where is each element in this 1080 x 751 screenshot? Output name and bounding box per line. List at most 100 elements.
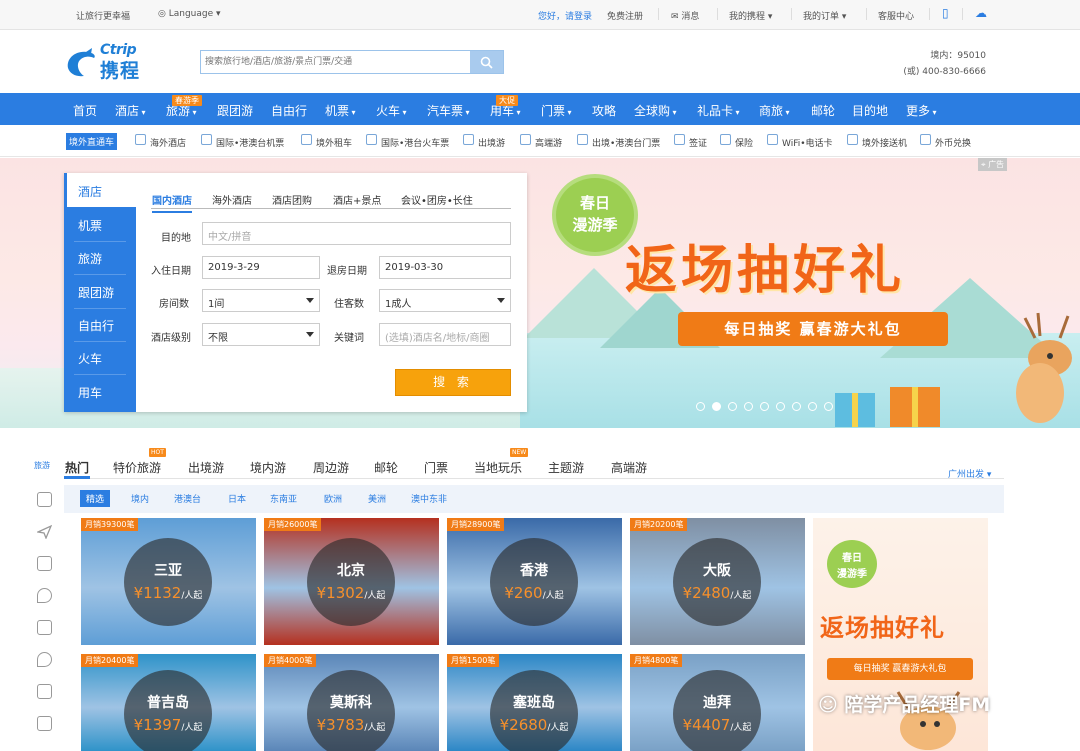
main-nav-item[interactable]: 更多 ▾ — [906, 102, 937, 119]
sub-nav-item[interactable]: 出境游 — [478, 136, 505, 149]
sub-nav-item[interactable]: 高端游 — [535, 136, 562, 149]
sub-nav-item[interactable]: 境外租车 — [316, 136, 352, 149]
carousel-dot[interactable] — [760, 402, 769, 411]
travel-tab[interactable]: 热门 — [65, 459, 89, 476]
sub-nav-item[interactable]: 海外酒店 — [150, 136, 186, 149]
side-tab-free-travel[interactable]: 自由行 — [78, 317, 114, 334]
sub-nav-item[interactable]: WiFi•电话卡 — [782, 136, 833, 149]
service-link[interactable]: 客服中心 — [878, 9, 914, 22]
star-level-select[interactable]: 不限 — [202, 323, 320, 346]
carousel-dot[interactable] — [696, 402, 705, 411]
side-tab-tour[interactable]: 旅游 — [78, 250, 102, 267]
travel-tab[interactable]: 门票 — [424, 459, 448, 476]
guests-select[interactable]: 1成人 — [379, 289, 511, 312]
map-pin-icon[interactable] — [37, 652, 52, 667]
departure-city-selector[interactable]: 广州出发 ▾ — [948, 467, 991, 480]
region-filter[interactable]: 东南亚 — [270, 492, 297, 505]
sub-nav-item[interactable]: 出境•港澳台门票 — [592, 136, 660, 149]
plane-icon[interactable] — [35, 524, 53, 540]
region-filter[interactable]: 澳中东非 — [411, 492, 447, 505]
main-nav-item[interactable]: 全球购 ▾ — [634, 102, 677, 119]
messages-link[interactable]: ✉ 消息 — [671, 9, 699, 22]
tab-domestic-hotel[interactable]: 国内酒店 — [152, 192, 192, 213]
carousel-dot[interactable] — [808, 402, 817, 411]
carousel-dot[interactable] — [824, 402, 833, 411]
search-input[interactable] — [201, 51, 471, 73]
search-hotel-button[interactable]: 搜 索 — [395, 369, 511, 396]
region-filter[interactable]: 美洲 — [368, 492, 386, 505]
destination-card[interactable]: 月销20200笔 大阪 ¥2480/人起 — [630, 518, 805, 645]
region-filter[interactable]: 港澳台 — [174, 492, 201, 505]
destination-card[interactable]: 月销4800笔 迪拜 ¥4407/人起 — [630, 654, 805, 751]
sub-nav-item[interactable]: 外币兑换 — [935, 136, 971, 149]
carousel-dot[interactable] — [728, 402, 737, 411]
carousel-dot[interactable] — [792, 402, 801, 411]
main-nav-item[interactable]: 商旅 ▾ — [759, 102, 790, 119]
main-nav-item[interactable]: 门票 ▾ — [541, 102, 572, 119]
tab-hotel-group-buy[interactable]: 酒店团购 — [272, 192, 312, 207]
wechat-icon[interactable]: ☁ — [975, 6, 987, 20]
destination-input[interactable]: 中文/拼音 — [202, 222, 511, 245]
main-nav-item[interactable]: 旅游 ▾ 春游季 — [166, 95, 202, 119]
carousel-dot[interactable] — [744, 402, 753, 411]
side-tab-flight[interactable]: 机票 — [78, 217, 102, 234]
tab-hotel-attraction[interactable]: 酒店+景点 — [333, 192, 381, 207]
main-nav-item[interactable]: 用车 ▾ 大促 — [490, 95, 521, 119]
carousel-dot[interactable] — [776, 402, 785, 411]
region-filter[interactable]: 精选 — [80, 490, 111, 507]
travel-tab[interactable]: 境内游 — [250, 459, 286, 476]
rooms-select[interactable]: 1间 — [202, 289, 320, 312]
location-pin-icon[interactable] — [37, 588, 52, 603]
side-tab-car[interactable]: 用车 — [78, 384, 102, 401]
car-icon[interactable] — [37, 556, 52, 571]
travel-tab[interactable]: 高端游 — [611, 459, 647, 476]
main-nav-item[interactable]: 火车 ▾ — [376, 102, 407, 119]
tab-overseas-hotel[interactable]: 海外酒店 — [212, 192, 252, 207]
main-nav-item[interactable]: 自由行 — [271, 102, 307, 119]
sub-nav-item[interactable]: 境外接送机 — [862, 136, 907, 149]
main-nav-item[interactable]: 首页 — [73, 102, 97, 119]
building-icon[interactable] — [37, 492, 52, 507]
side-tab-hotel[interactable]: 酒店 — [64, 173, 136, 207]
travel-tab[interactable]: 特价旅游 — [113, 459, 161, 476]
destination-card[interactable]: 月销26000笔 北京 ¥1302/人起 — [264, 518, 439, 645]
sub-nav-item[interactable]: 签证 — [689, 136, 707, 149]
mobile-icon[interactable]: ▯ — [942, 6, 949, 20]
travel-tab[interactable]: 当地玩乐 — [474, 459, 522, 476]
region-filter[interactable]: 日本 — [228, 492, 246, 505]
destination-card[interactable]: 月销39300笔 三亚 ¥1132/人起 — [81, 518, 256, 645]
carousel-dot[interactable] — [712, 402, 721, 411]
travel-tab[interactable]: 出境游 — [188, 459, 224, 476]
bag-icon[interactable] — [37, 620, 52, 635]
travel-tab[interactable]: 邮轮 — [374, 459, 398, 476]
destination-card[interactable]: 月销20400笔 普吉岛 ¥1397/人起 — [81, 654, 256, 751]
my-trips-menu[interactable]: 我的携程 ▾ — [729, 9, 772, 22]
ctrip-logo[interactable]: Ctrip 携程 — [64, 42, 160, 82]
my-orders-menu[interactable]: 我的订单 ▾ — [803, 9, 846, 22]
language-selector[interactable]: ◎ Language ▾ — [158, 9, 221, 19]
sub-nav-item[interactable]: 国际•港台火车票 — [381, 136, 449, 149]
sub-nav-item[interactable]: 国际•港澳台机票 — [216, 136, 284, 149]
destination-card[interactable]: 月销1500笔 塞班岛 ¥2680/人起 — [447, 654, 622, 751]
checkin-date-input[interactable]: 2019-3-29 — [202, 256, 320, 279]
login-link[interactable]: 您好，请登录 — [538, 9, 592, 22]
main-nav-item[interactable]: 机票 ▾ — [325, 102, 356, 119]
checkout-date-input[interactable]: 2019-03-30 — [379, 256, 511, 279]
main-nav-item[interactable]: 汽车票 ▾ — [427, 102, 470, 119]
main-nav-item[interactable]: 邮轮 — [811, 102, 835, 119]
search-button[interactable] — [470, 51, 503, 73]
tab-meeting-long-stay[interactable]: 会议•团房•长住 — [401, 192, 473, 207]
travel-tab[interactable]: 主题游 — [548, 459, 584, 476]
sub-nav-item[interactable]: 保险 — [735, 136, 753, 149]
main-nav-item[interactable]: 礼品卡 ▾ — [697, 102, 740, 119]
register-link[interactable]: 免费注册 — [607, 9, 643, 22]
briefcase-icon[interactable] — [37, 716, 52, 731]
side-tab-train[interactable]: 火车 — [78, 350, 102, 367]
destination-card[interactable]: 月销4000笔 莫斯科 ¥3783/人起 — [264, 654, 439, 751]
main-nav-item[interactable]: 跟团游 — [217, 102, 253, 119]
region-filter[interactable]: 境内 — [131, 492, 149, 505]
grid-icon[interactable] — [37, 684, 52, 699]
region-filter[interactable]: 欧洲 — [324, 492, 342, 505]
main-nav-item[interactable]: 攻略 — [592, 102, 616, 119]
side-tab-group-tour[interactable]: 跟团游 — [78, 284, 114, 301]
